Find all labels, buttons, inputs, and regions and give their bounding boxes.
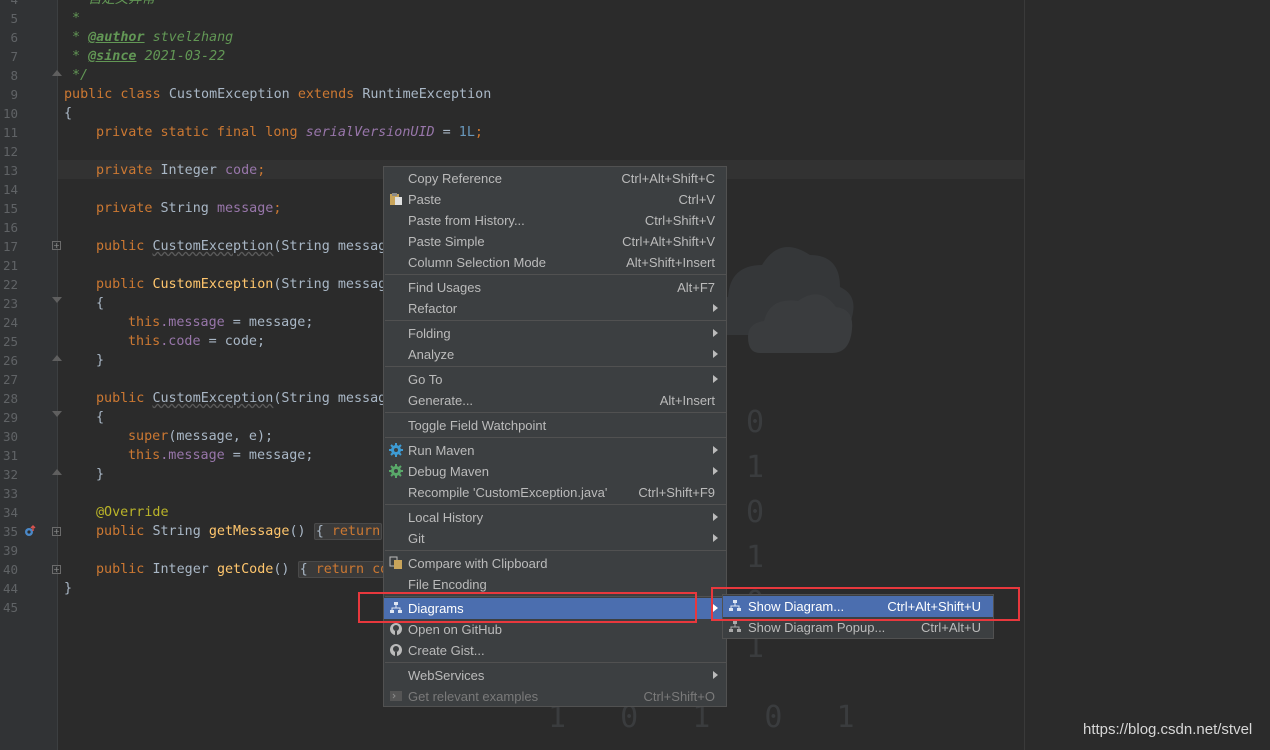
- menu-item-paste[interactable]: Paste Ctrl+V: [384, 189, 726, 210]
- code-brace: {: [96, 296, 105, 311]
- github-icon: [390, 644, 402, 656]
- watermark-text: https://blog.csdn.net/stvel: [1083, 721, 1253, 738]
- menu-item-paste-simple[interactable]: Paste Simple Ctrl+Alt+Shift+V: [384, 231, 726, 252]
- menu-item-generate[interactable]: Generate... Alt+Insert: [384, 390, 726, 411]
- menu-item-refactor[interactable]: Refactor: [384, 298, 726, 319]
- gear-icon: [389, 443, 403, 457]
- class-declaration: public class CustomException extends Run…: [64, 87, 492, 102]
- constructor-declaration: public CustomException(String messag: [96, 391, 387, 406]
- submenu-arrow-icon: [713, 375, 718, 383]
- super-call: super(message, e);: [128, 429, 274, 444]
- submenu-arrow-icon: [713, 446, 718, 454]
- javadoc-tag: @since: [88, 49, 137, 64]
- code-brace: }: [64, 581, 73, 596]
- menu-item-toggle-field-watchpoint[interactable]: Toggle Field Watchpoint: [384, 415, 726, 436]
- submenu-arrow-icon: [713, 513, 718, 521]
- method-declaration: public Integer getCode() { return co: [96, 561, 391, 578]
- submenu-arrow-icon: [713, 671, 718, 679]
- code-comment: *: [72, 11, 81, 26]
- assignment-statement: this.message = message;: [128, 315, 314, 330]
- field-declaration: private Integer code;: [96, 163, 266, 178]
- menu-item-go-to[interactable]: Go To: [384, 369, 726, 390]
- code-brace: }: [96, 467, 105, 482]
- javadoc-tag: @author: [88, 30, 145, 45]
- folded-code-region[interactable]: { return co: [297, 561, 391, 578]
- submenu-arrow-icon: [713, 467, 718, 475]
- code-comment: 2021-03-22: [136, 49, 226, 64]
- code-brace: {: [96, 410, 105, 425]
- submenu-arrow-icon: [713, 350, 718, 358]
- line-number: 14: [2, 182, 18, 197]
- line-number: 27: [2, 372, 18, 387]
- folded-code-region[interactable]: { return: [313, 523, 383, 540]
- highlight-box-show-diagram: [711, 587, 1020, 621]
- submenu-arrow-icon: [713, 329, 718, 337]
- method-declaration: public String getMessage() { return: [96, 523, 383, 540]
- override-annotation: @Override: [96, 505, 169, 520]
- menu-item-local-history[interactable]: Local History: [384, 507, 726, 528]
- code-comment: * 自定义异常: [72, 0, 155, 9]
- line-number: 33: [2, 486, 18, 501]
- menu-separator: [385, 366, 727, 367]
- editor-context-menu: Copy Reference Ctrl+Alt+Shift+C Paste Ctrl…: [383, 166, 727, 707]
- line-number: 16: [2, 220, 18, 235]
- right-margin-guide: [1024, 0, 1025, 750]
- line-number: 21: [2, 258, 18, 273]
- gear-icon: [389, 464, 403, 478]
- menu-item-get-relevant-examples[interactable]: Get relevant examples Ctrl+Shift+O: [384, 686, 726, 707]
- github-icon: [390, 623, 402, 635]
- field-declaration: private String message;: [96, 201, 282, 216]
- assignment-statement: this.message = message;: [128, 448, 314, 463]
- menu-separator: [385, 320, 727, 321]
- menu-item-analyze[interactable]: Analyze: [384, 344, 726, 365]
- paste-icon: [390, 193, 402, 205]
- menu-item-compare-with-clipboard[interactable]: Compare with Clipboard: [384, 553, 726, 574]
- menu-item-column-selection-mode[interactable]: Column Selection Mode Alt+Shift+Insert: [384, 252, 726, 273]
- menu-item-find-usages[interactable]: Find Usages Alt+F7: [384, 277, 726, 298]
- menu-separator: [385, 550, 727, 551]
- line-number: 45: [2, 600, 18, 615]
- menu-separator: [385, 412, 727, 413]
- menu-item-paste-from-history[interactable]: Paste from History... Ctrl+Shift+V: [384, 210, 726, 231]
- code-comment: stvelzhang: [144, 30, 234, 45]
- highlight-box-diagrams: [358, 592, 697, 623]
- constructor-declaration: public CustomException(String messag: [96, 277, 387, 292]
- code-brace: }: [96, 353, 105, 368]
- constructor-declaration: public CustomException(String messag: [96, 239, 387, 254]
- code-comment: *: [72, 30, 89, 45]
- code-comment: */: [72, 68, 89, 83]
- code-comment: *: [72, 49, 89, 64]
- menu-item-debug-maven[interactable]: Debug Maven: [384, 461, 726, 482]
- examples-icon: [390, 691, 402, 701]
- menu-item-copy-reference[interactable]: Copy Reference Ctrl+Alt+Shift+C: [384, 168, 726, 189]
- menu-separator: [385, 274, 727, 275]
- line-number: 12: [2, 144, 18, 159]
- field-declaration: private static final long serialVersionU…: [96, 125, 483, 140]
- menu-item-recompile[interactable]: Recompile 'CustomException.java' Ctrl+Shi…: [384, 482, 726, 503]
- submenu-arrow-icon: [713, 534, 718, 542]
- assignment-statement: this.code = code;: [128, 334, 266, 349]
- menu-item-git[interactable]: Git: [384, 528, 726, 549]
- code-brace: {: [64, 106, 73, 121]
- diagram-icon: [729, 621, 741, 632]
- menu-item-run-maven[interactable]: Run Maven: [384, 440, 726, 461]
- menu-separator: [385, 437, 727, 438]
- submenu-arrow-icon: [713, 304, 718, 312]
- menu-item-folding[interactable]: Folding: [384, 323, 726, 344]
- menu-separator: [385, 662, 727, 663]
- menu-item-create-gist[interactable]: Create Gist...: [384, 640, 726, 661]
- menu-separator: [385, 504, 727, 505]
- line-number: 39: [2, 543, 18, 558]
- compare-clipboard-icon: [389, 556, 402, 569]
- menu-item-webservices[interactable]: WebServices: [384, 665, 726, 686]
